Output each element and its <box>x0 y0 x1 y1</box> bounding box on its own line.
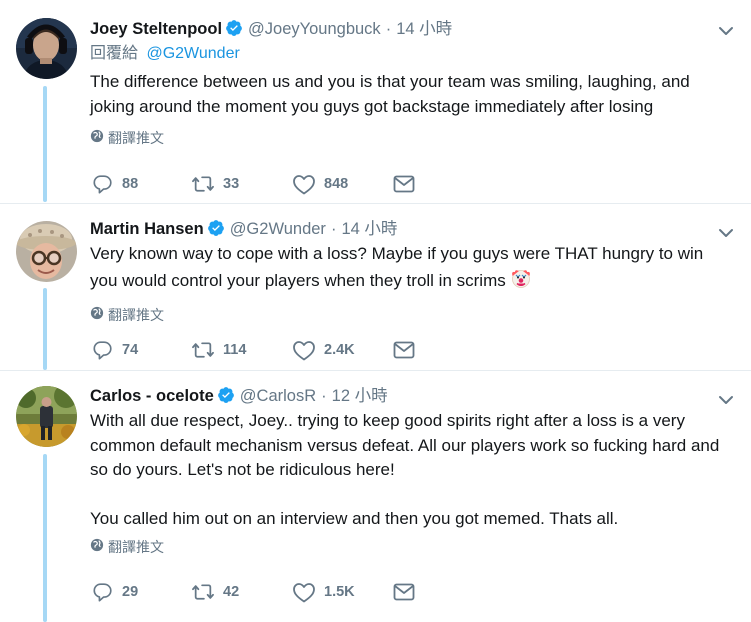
user-handle[interactable]: @JoeyYoungbuck <box>248 20 381 38</box>
timestamp[interactable]: 14 小時 <box>396 20 452 38</box>
retweet-icon <box>192 176 214 192</box>
separator-dot: · <box>330 220 337 238</box>
timestamp[interactable]: 12 小時 <box>332 387 388 405</box>
message-icon <box>393 341 415 359</box>
reply-prefix: 回覆給 <box>90 45 139 62</box>
globe-icon <box>90 538 104 556</box>
like-icon <box>293 583 315 603</box>
timestamp[interactable]: 14 小時 <box>341 220 397 238</box>
like-count: 1.5K <box>324 584 355 600</box>
separator-dot: · <box>321 387 327 405</box>
translate-label: 翻譯推文 <box>108 538 164 555</box>
reply-button[interactable]: 29 <box>92 581 138 603</box>
like-button[interactable]: 2.4K <box>292 339 355 361</box>
user-handle[interactable]: @CarlosR <box>240 387 316 405</box>
chevron-down-icon[interactable] <box>717 22 735 40</box>
globe-icon <box>90 306 104 324</box>
display-name[interactable]: Carlos - ocelote <box>90 387 214 405</box>
reply-count: 88 <box>122 176 139 192</box>
chevron-down-icon[interactable] <box>717 391 735 409</box>
display-name[interactable]: Joey Steltenpool <box>90 20 222 38</box>
reply-to-line: 回覆給 @G2Wunder <box>90 43 731 65</box>
retweet-icon <box>192 342 214 358</box>
avatar[interactable] <box>16 18 77 79</box>
reply-icon <box>93 175 112 194</box>
verified-badge-icon <box>217 386 235 410</box>
tweet-text: Very known way to cope with a loss? Mayb… <box>90 242 731 296</box>
verified-badge-icon <box>207 219 225 243</box>
like-count: 2.4K <box>324 342 355 358</box>
reply-count: 74 <box>122 342 139 358</box>
reply-icon <box>93 583 112 602</box>
message-icon <box>393 583 415 601</box>
retweet-icon <box>192 584 214 600</box>
user-handle[interactable]: @G2Wunder <box>230 220 326 238</box>
tweet-text-body: Very known way to cope with a loss? Mayb… <box>90 244 708 290</box>
reply-button[interactable]: 74 <box>92 339 138 361</box>
retweet-button[interactable]: 33 <box>191 173 239 195</box>
tweet-header: Joey Steltenpool @JoeyYoungbuck · 14 小時 <box>90 18 731 40</box>
retweet-count: 114 <box>223 342 247 358</box>
like-button[interactable]: 848 <box>292 173 348 195</box>
like-button[interactable]: 1.5K <box>292 581 355 603</box>
chevron-down-icon[interactable] <box>717 224 735 242</box>
direct-message-button[interactable] <box>393 174 423 194</box>
retweet-button[interactable]: 42 <box>191 581 239 603</box>
retweet-button[interactable]: 114 <box>191 339 246 361</box>
reply-button[interactable]: 88 <box>92 173 138 195</box>
tweet-text: The difference between us and you is tha… <box>90 72 695 116</box>
retweet-count: 33 <box>223 176 240 192</box>
reply-icon <box>93 341 112 360</box>
avatar[interactable] <box>16 386 77 447</box>
translate-tweet-link[interactable]: 翻譯推文 <box>90 129 164 147</box>
avatar[interactable] <box>16 221 77 282</box>
retweet-count: 42 <box>223 584 240 600</box>
tweet-joey[interactable]: Joey Steltenpool @JoeyYoungbuck · 14 小時 回覆給… <box>0 0 751 203</box>
direct-message-button[interactable] <box>393 340 423 360</box>
tweet-martin[interactable]: Martin Hansen @G2Wunder · 14 小時 Very known … <box>0 204 751 370</box>
like-icon <box>293 175 315 195</box>
tweet-carlos[interactable]: Carlos - ocelote @CarlosR · 12 小時 With all … <box>0 371 751 622</box>
translate-label: 翻譯推文 <box>108 307 164 323</box>
reply-count: 29 <box>122 584 139 600</box>
display-name[interactable]: Martin Hansen <box>90 220 204 238</box>
clown-face-emoji <box>510 267 532 297</box>
verified-badge-icon <box>225 19 243 43</box>
translate-tweet-link[interactable]: 翻譯推文 <box>90 538 164 556</box>
translate-tweet-link[interactable]: 翻譯推文 <box>90 306 164 324</box>
tweet-header: Carlos - ocelote @CarlosR · 12 小時 <box>90 385 731 407</box>
tweet-text: With all due respect, Joey.. trying to k… <box>90 411 720 528</box>
like-icon <box>293 341 315 361</box>
globe-icon <box>90 129 104 147</box>
separator-dot: · <box>385 20 392 38</box>
like-count: 848 <box>324 176 349 192</box>
direct-message-button[interactable] <box>393 582 423 602</box>
tweet-header: Martin Hansen @G2Wunder · 14 小時 <box>90 218 731 240</box>
reply-to-handle-link[interactable]: @G2Wunder <box>146 45 239 62</box>
translate-label: 翻譯推文 <box>108 130 164 146</box>
message-icon <box>393 175 415 193</box>
